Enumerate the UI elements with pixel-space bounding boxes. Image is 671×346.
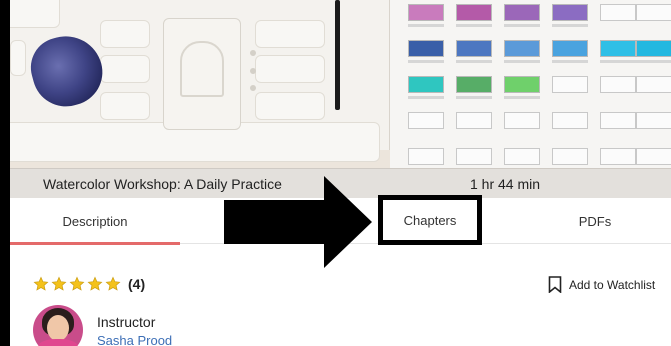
color-swatch — [636, 4, 671, 21]
swatch-label-line — [456, 24, 492, 27]
paint-palette-image — [10, 0, 390, 162]
color-swatch — [552, 40, 588, 57]
color-swatch — [504, 112, 540, 129]
swatch-label-line — [456, 96, 492, 99]
swatch-label-line — [552, 60, 588, 63]
swatch-chart-image — [390, 0, 671, 168]
color-swatch — [552, 4, 588, 21]
color-swatch — [408, 148, 444, 165]
swatch-label-line — [600, 60, 636, 63]
screen-edge — [0, 0, 10, 346]
watchlist-label: Add to Watchlist — [569, 277, 656, 292]
swatch-label-line — [408, 60, 444, 63]
tab-description[interactable]: Description — [10, 198, 180, 245]
star-icon — [33, 276, 49, 291]
swatch-label-line — [552, 24, 588, 27]
color-swatch — [636, 40, 671, 57]
color-swatch — [456, 4, 492, 21]
instructor-name-link[interactable]: Sasha Prood — [97, 333, 172, 346]
color-swatch — [636, 112, 671, 129]
star-icon — [87, 276, 103, 291]
instructor-avatar[interactable] — [33, 305, 83, 346]
swatch-label-line — [456, 60, 492, 63]
color-swatch — [600, 4, 636, 21]
color-swatch — [600, 148, 636, 165]
video-duration: 1 hr 44 min — [470, 176, 541, 192]
color-swatch — [552, 76, 588, 93]
color-swatch — [636, 148, 671, 165]
color-swatch — [456, 40, 492, 57]
tab-chapters[interactable]: Chapters — [378, 195, 482, 245]
swatch-label-line — [504, 24, 540, 27]
color-swatch — [504, 76, 540, 93]
app-frame: Watercolor Workshop: A Daily Practice 1 … — [0, 0, 671, 346]
star-icon — [105, 276, 121, 291]
color-swatch — [636, 76, 671, 93]
color-swatch — [600, 112, 636, 129]
color-swatch — [504, 40, 540, 57]
tab-pdfs[interactable]: PDFs — [540, 198, 650, 244]
instructor-label: Instructor — [97, 314, 156, 330]
blue-paint-blob — [24, 28, 110, 114]
color-swatch — [456, 148, 492, 165]
swatch-label-line — [504, 60, 540, 63]
swatch-label-line — [636, 60, 671, 63]
swatch-label-line — [408, 96, 444, 99]
swatch-label-line — [504, 96, 540, 99]
annotation-arrow-icon — [224, 176, 372, 268]
color-swatch — [504, 4, 540, 21]
color-swatch — [552, 148, 588, 165]
color-swatch — [456, 112, 492, 129]
rating-row: (4) — [33, 276, 145, 292]
star-icon — [51, 276, 67, 291]
color-swatch — [600, 40, 636, 57]
color-swatch — [408, 76, 444, 93]
color-swatch — [600, 76, 636, 93]
color-swatch — [456, 76, 492, 93]
paint-brush — [335, 0, 340, 110]
color-swatch — [504, 148, 540, 165]
color-swatch — [408, 4, 444, 21]
color-swatch — [408, 112, 444, 129]
bookmark-icon — [548, 276, 562, 293]
add-to-watchlist-button[interactable]: Add to Watchlist — [548, 276, 655, 293]
color-swatch — [552, 112, 588, 129]
video-thumbnail[interactable] — [10, 0, 671, 168]
rating-count: (4) — [128, 276, 146, 292]
palette-center-well — [163, 18, 241, 130]
swatch-label-line — [408, 24, 444, 27]
star-icon — [69, 276, 85, 291]
color-swatch — [408, 40, 444, 57]
